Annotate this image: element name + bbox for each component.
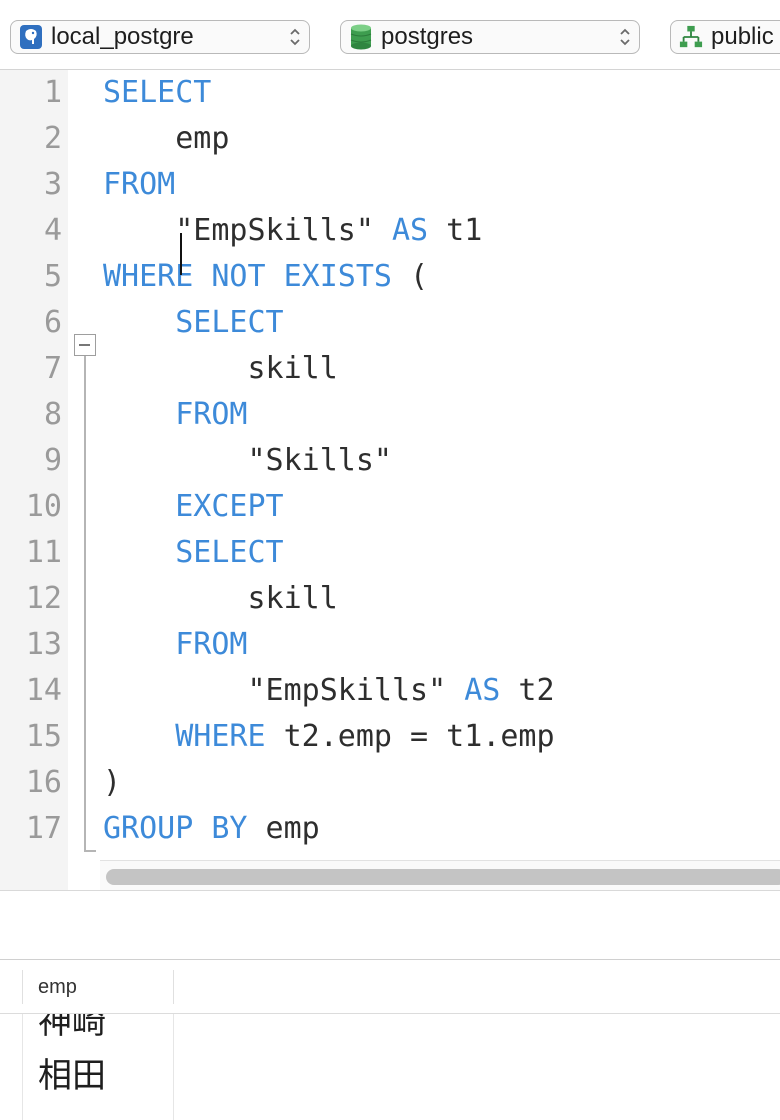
code-line: FROM	[103, 392, 248, 438]
sql-text: skill	[103, 351, 338, 386]
line-number: 14	[25, 673, 62, 708]
results-body: 神崎 相田	[0, 1014, 780, 1120]
horizontal-scrollbar-thumb[interactable]	[106, 869, 780, 885]
sql-keyword: AS	[464, 673, 501, 708]
code-line: "Skills"	[103, 438, 392, 484]
results-grid: emp 神崎 相田	[0, 960, 780, 1120]
connection-label: local_postgre	[51, 23, 194, 50]
code-line: SELECT	[103, 70, 211, 116]
sql-text: "Skills"	[103, 443, 392, 478]
line-number: 6	[43, 305, 62, 340]
code-line: emp	[103, 116, 229, 162]
line-number-gutter: 1 2 3 4 5 6 7 8 9 10 11 12 13 14 15 16 17	[0, 70, 68, 890]
chevron-up-down-icon	[287, 25, 303, 49]
line-number: 8	[43, 397, 62, 432]
line-number: 7	[43, 351, 62, 386]
sql-text: t2	[500, 673, 555, 708]
code-line: WHERE t2.emp = t1.emp	[103, 714, 555, 760]
sql-text: "EmpSkills"	[103, 213, 392, 248]
column-separator	[173, 1014, 174, 1120]
line-number: 13	[25, 627, 62, 662]
code-line: skill	[103, 576, 338, 622]
sql-keyword: EXCEPT	[175, 489, 284, 524]
schema-tree-icon	[679, 24, 703, 50]
sql-editor[interactable]: 1 2 3 4 5 6 7 8 9 10 11 12 13 14 15 16 17 SELECT emp FROM…	[0, 70, 780, 890]
sql-text: )	[103, 765, 122, 800]
results-header: emp	[0, 960, 780, 1014]
line-number: 16	[25, 765, 62, 800]
column-separator	[22, 970, 23, 1004]
split-divider[interactable]	[0, 890, 780, 960]
sql-text: "EmpSkills"	[103, 673, 465, 708]
sql-text: skill	[103, 581, 338, 616]
code-line: "EmpSkills" AS t2	[103, 668, 555, 714]
sql-keyword: GROUP BY	[103, 811, 248, 846]
toolbar: local_postgre postgres public	[0, 0, 780, 70]
sql-keyword: SELECT	[175, 535, 284, 570]
connection-selector[interactable]: local_postgre	[10, 20, 310, 54]
code-line: SELECT	[103, 300, 284, 346]
sql-text: emp	[103, 121, 230, 156]
fold-guide-line	[84, 356, 86, 852]
code-line: WHERE NOT EXISTS (	[103, 254, 428, 300]
line-number: 11	[25, 535, 62, 570]
sql-text: t1	[428, 213, 483, 248]
sql-text: t2.emp = t1.emp	[265, 719, 555, 754]
sql-keyword: FROM	[103, 167, 176, 202]
line-number: 2	[43, 121, 62, 156]
result-cell[interactable]: 神崎	[38, 1014, 106, 1044]
column-resize-handle[interactable]	[173, 970, 174, 1004]
code-line: FROM	[103, 162, 175, 208]
sql-keyword: SELECT	[175, 305, 284, 340]
line-number: 12	[25, 581, 62, 616]
code-line: GROUP BY emp	[103, 806, 320, 852]
line-number: 1	[43, 75, 62, 110]
chevron-up-down-icon	[617, 25, 633, 49]
line-number: 3	[43, 167, 62, 202]
line-number: 15	[25, 719, 62, 754]
sql-keyword: WHERE NOT EXISTS	[103, 259, 392, 294]
sql-text: emp	[247, 811, 320, 846]
sql-keyword: FROM	[175, 627, 248, 662]
sql-keyword: SELECT	[103, 75, 212, 110]
schema-selector[interactable]: public	[670, 20, 780, 54]
code-line: skill	[103, 346, 338, 392]
line-number: 9	[43, 443, 62, 478]
fold-collapse-icon[interactable]	[74, 334, 96, 356]
line-number: 4	[43, 213, 62, 248]
sql-keyword: AS	[391, 213, 429, 248]
code-line: SELECT	[103, 530, 284, 576]
text-caret	[180, 233, 182, 275]
column-separator	[22, 1014, 23, 1120]
schema-label: public	[711, 23, 774, 50]
line-number: 17	[25, 811, 62, 846]
column-header-emp[interactable]: emp	[38, 976, 77, 999]
line-number: 5	[43, 259, 62, 294]
database-selector[interactable]: postgres	[340, 20, 640, 54]
result-cell[interactable]: 相田	[38, 1054, 106, 1098]
code-line: "EmpSkills" AS t1	[103, 208, 482, 254]
postgres-elephant-icon	[19, 24, 43, 50]
database-label: postgres	[381, 23, 474, 50]
sql-keyword: WHERE	[175, 719, 266, 754]
code-line: EXCEPT	[103, 484, 284, 530]
sql-keyword: FROM	[175, 397, 248, 432]
code-line: )	[103, 760, 121, 806]
database-cylinder-icon	[349, 24, 373, 50]
fold-guide-end	[84, 850, 96, 852]
sql-text: (	[391, 259, 429, 294]
code-line: FROM	[103, 622, 248, 668]
line-number: 10	[25, 489, 62, 524]
